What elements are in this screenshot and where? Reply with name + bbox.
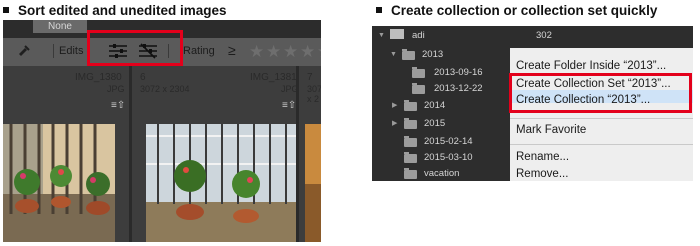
menu-divider bbox=[510, 144, 693, 145]
cell-index: 6 bbox=[140, 72, 146, 83]
grid-cell[interactable]: 6 3072 x 2304 IMG_1381 JPG ≡⇧ bbox=[132, 66, 299, 242]
file-name: IMG_1380 bbox=[75, 72, 122, 83]
tree-row-2015-03-10[interactable]: 2015-03-10 bbox=[372, 150, 510, 165]
create-collection-highlight bbox=[509, 73, 692, 113]
menu-mark-favorite[interactable]: Mark Favorite bbox=[516, 124, 586, 136]
star-icon[interactable]: ★ bbox=[283, 42, 298, 62]
edited-badge-icon: ≡⇧ bbox=[282, 100, 297, 111]
sort-icons-highlight bbox=[87, 30, 183, 66]
folder-icon bbox=[412, 67, 425, 78]
bullet-icon bbox=[3, 7, 9, 14]
grid-cell[interactable]: 7 3072 x 2 bbox=[299, 66, 321, 242]
expand-triangle-icon[interactable]: ▼ bbox=[390, 47, 397, 62]
file-ext: JPG bbox=[107, 84, 125, 94]
collapse-triangle-icon[interactable]: ▶ bbox=[392, 116, 397, 131]
menu-remove[interactable]: Remove... bbox=[516, 168, 568, 180]
filter-none-tab[interactable]: None bbox=[33, 20, 87, 33]
folder-icon bbox=[404, 152, 417, 163]
left-heading-text: Sort edited and unedited images bbox=[18, 3, 227, 18]
image-dimensions: 3072 x 2304 bbox=[140, 84, 190, 94]
folder-icon bbox=[404, 100, 417, 111]
image-dimensions: 3072 x 2 bbox=[307, 84, 321, 104]
expand-triangle-icon[interactable]: ▼ bbox=[378, 28, 385, 43]
star-icon[interactable]: ★ bbox=[266, 42, 281, 62]
right-heading: Create collection or collection set quic… bbox=[376, 3, 657, 18]
rating-label: Rating bbox=[183, 45, 215, 57]
thumbnail-image[interactable] bbox=[3, 124, 115, 242]
grid-cell[interactable]: IMG_1380 JPG ≡⇧ bbox=[3, 66, 129, 242]
folder-icon bbox=[404, 118, 417, 129]
right-heading-text: Create collection or collection set quic… bbox=[391, 3, 658, 18]
collections-panel-screenshot: ▼ adi 302 ▼ 2013 2013-09-16 2013-12-22 ▶… bbox=[372, 26, 693, 181]
menu-rename[interactable]: Rename... bbox=[516, 151, 569, 163]
tree-label: adi bbox=[412, 30, 425, 41]
tree-row-2014[interactable]: ▶ 2014 bbox=[372, 98, 510, 113]
star-icon[interactable]: ★ bbox=[300, 42, 315, 62]
tree-label: 2015-02-14 bbox=[424, 136, 473, 147]
context-menu: Create Folder Inside “2013”... Create Co… bbox=[510, 48, 693, 181]
thumbnail-image[interactable] bbox=[305, 124, 321, 242]
tree-label: vacation bbox=[424, 168, 460, 179]
tree-label: 2015 bbox=[424, 118, 446, 129]
tree-count: 302 bbox=[536, 30, 552, 41]
tree-row-2013-09-16[interactable]: 2013-09-16 bbox=[372, 65, 510, 80]
tree-row-adi[interactable]: ▼ adi 302 bbox=[372, 28, 554, 43]
tree-row-2015-02-14[interactable]: 2015-02-14 bbox=[372, 134, 510, 149]
lightroom-grid-screenshot: None Edits Rating ≥ ★ ★ ★ ★ IMG_1380 JPG… bbox=[3, 20, 321, 242]
edited-badge-icon: ≡⇧ bbox=[111, 100, 126, 111]
tree-label: 2015-03-10 bbox=[424, 152, 473, 163]
rating-operator[interactable]: ≥ bbox=[228, 42, 236, 58]
menu-create-folder[interactable]: Create Folder Inside “2013”... bbox=[516, 60, 666, 72]
tree-label: 2014 bbox=[424, 100, 446, 111]
tree-label: 2013-09-16 bbox=[434, 67, 483, 78]
tree-row-2013-12-22[interactable]: 2013-12-22 bbox=[372, 81, 510, 96]
folder-icon bbox=[402, 49, 415, 60]
folder-icon bbox=[412, 83, 425, 94]
drive-icon bbox=[390, 29, 404, 39]
tree-row-vacation[interactable]: vacation bbox=[372, 166, 510, 181]
folder-icon bbox=[404, 136, 417, 147]
tree-label: 2013-12-22 bbox=[434, 83, 483, 94]
bullet-icon bbox=[376, 7, 382, 14]
file-name: IMG_1381 bbox=[250, 72, 297, 83]
edits-label: Edits bbox=[59, 45, 84, 57]
star-icon[interactable]: ★ bbox=[317, 42, 321, 62]
cell-index: 7 bbox=[307, 72, 313, 83]
star-icon[interactable]: ★ bbox=[249, 42, 264, 62]
toolbar-divider bbox=[53, 44, 54, 58]
menu-divider bbox=[510, 118, 693, 119]
thumbnail-image[interactable] bbox=[146, 124, 296, 242]
tree-row-2015[interactable]: ▶ 2015 bbox=[372, 116, 510, 131]
left-heading: Sort edited and unedited images bbox=[3, 3, 227, 18]
painter-icon[interactable] bbox=[15, 42, 33, 60]
folder-icon bbox=[404, 168, 417, 179]
tree-label: 2013 bbox=[422, 49, 444, 60]
collapse-triangle-icon[interactable]: ▶ bbox=[392, 98, 397, 113]
